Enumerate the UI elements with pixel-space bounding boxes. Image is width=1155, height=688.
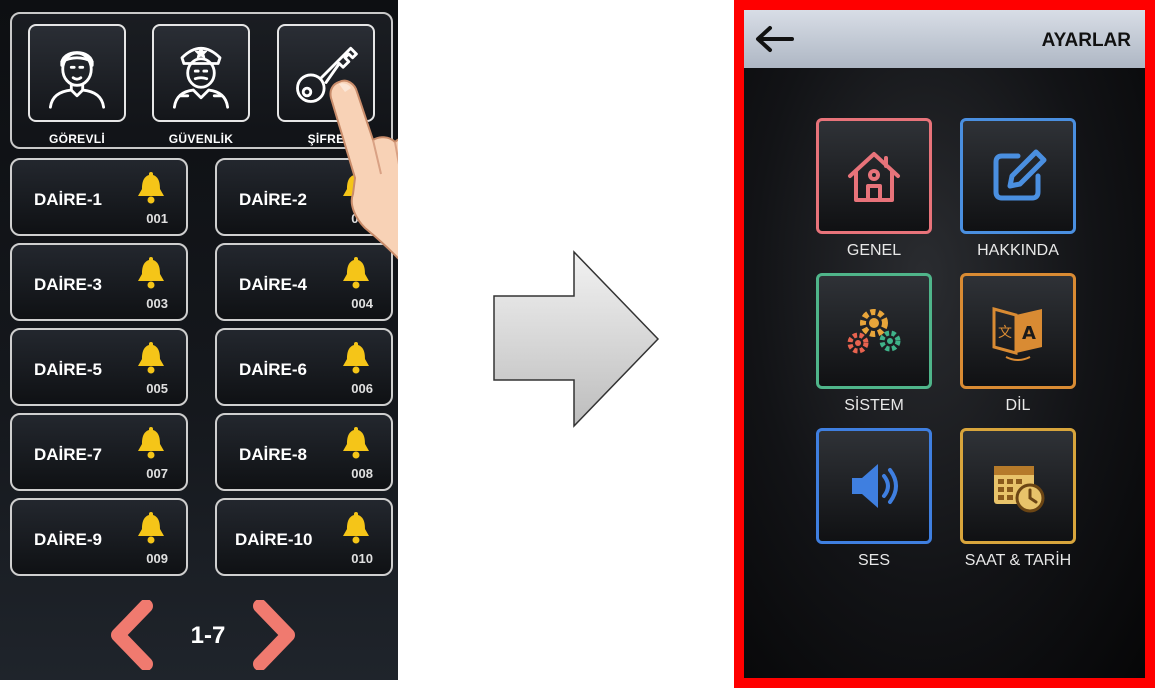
sound-button[interactable] — [816, 428, 932, 544]
apartment-code: 005 — [146, 381, 168, 396]
about-button[interactable] — [960, 118, 1076, 234]
language-icon: 文 A — [992, 307, 1042, 361]
apartment-name: DAİRE-6 — [239, 360, 308, 379]
edit-icon — [993, 149, 1047, 201]
apartment-name: DAİRE-9 — [34, 530, 103, 549]
chevron-right-icon[interactable] — [250, 600, 296, 670]
apartment-button[interactable]: DAİRE-5 005 — [10, 328, 188, 406]
apartment-name: DAİRE-3 — [34, 275, 103, 294]
speaker-icon — [852, 464, 898, 508]
apartment-name: DAİRE-5 — [34, 360, 103, 379]
svg-text:A: A — [1022, 323, 1036, 344]
gears-icon — [847, 309, 901, 354]
apartment-button[interactable]: DAİRE-7 007 — [10, 413, 188, 491]
date-time-button[interactable] — [960, 428, 1076, 544]
apartment-code: 010 — [351, 551, 373, 566]
bell-icon — [138, 427, 164, 459]
settings-label-general: GENEL — [846, 242, 902, 259]
apartment-code: 001 — [146, 211, 168, 226]
apartment-code: 009 — [146, 551, 168, 566]
apartment-code: 003 — [146, 296, 168, 311]
bell-icon — [343, 342, 369, 374]
apartment-button[interactable]: DAİRE-9 009 — [10, 498, 188, 576]
transition-arrow-icon — [493, 250, 660, 428]
intercom-main-screen: GÖREVLİ GÜVENLİK ŞİFRE DAİRE-1 001 DAİRE… — [0, 0, 398, 680]
settings-header: AYARLAR — [744, 10, 1145, 68]
apartment-button[interactable]: DAİRE-3 003 — [10, 243, 188, 321]
back-arrow-icon[interactable] — [754, 24, 794, 54]
chevron-left-icon[interactable] — [110, 600, 156, 670]
staff-button[interactable] — [28, 24, 126, 122]
settings-label-about: HAKKINDA — [977, 242, 1059, 259]
role-label-staff: GÖREVLİ — [48, 132, 106, 146]
pager: 1-7 — [110, 600, 300, 670]
bell-icon — [343, 427, 369, 459]
bell-icon — [138, 257, 164, 289]
apartment-name: DAİRE-2 — [239, 190, 308, 209]
apartment-button[interactable]: DAİRE-6 006 — [215, 328, 393, 406]
page-title: AYARLAR — [1041, 30, 1131, 51]
pointing-hand-icon — [329, 79, 398, 260]
apartment-button[interactable]: DAİRE-1 001 — [10, 158, 188, 236]
page-indicator: 1-7 — [190, 622, 226, 649]
bell-icon — [138, 512, 164, 544]
security-guard-icon — [172, 46, 230, 109]
apartment-name: DAİRE-8 — [239, 445, 308, 464]
settings-label-date-time: SAAT & TARİH — [964, 552, 1072, 569]
system-settings-button[interactable] — [816, 273, 932, 389]
apartment-name: DAİRE-10 — [235, 530, 313, 549]
bell-icon — [138, 342, 164, 374]
apartment-name: DAİRE-7 — [34, 445, 103, 464]
general-settings-button[interactable] — [816, 118, 932, 234]
svg-text:文: 文 — [998, 325, 1012, 341]
home-icon — [848, 152, 900, 202]
man-icon — [48, 51, 106, 109]
settings-screen: AYARLAR GENEL HAKKINDA SİSTEM 文 A DİL SE… — [744, 10, 1145, 678]
bell-icon — [138, 172, 164, 204]
settings-label-language: DİL — [1005, 397, 1031, 414]
apartment-code: 008 — [351, 466, 373, 481]
apartment-name: DAİRE-1 — [34, 190, 103, 209]
apartment-name: DAİRE-4 — [239, 275, 308, 294]
apartment-button[interactable]: DAİRE-8 008 — [215, 413, 393, 491]
language-button[interactable]: 文 A — [960, 273, 1076, 389]
apartment-code: 007 — [146, 466, 168, 481]
security-button[interactable] — [152, 24, 250, 122]
role-label-security: GÜVENLİK — [168, 132, 234, 146]
calendar-clock-icon — [994, 466, 1045, 513]
settings-label-sound: SES — [857, 552, 890, 569]
apartment-button[interactable]: DAİRE-10 010 — [215, 498, 393, 576]
settings-frame: AYARLAR GENEL HAKKINDA SİSTEM 文 A DİL SE… — [734, 0, 1155, 688]
apartment-code: 006 — [351, 381, 373, 396]
apartment-code: 004 — [351, 296, 373, 311]
bell-icon — [343, 512, 369, 544]
settings-label-system: SİSTEM — [844, 397, 904, 414]
